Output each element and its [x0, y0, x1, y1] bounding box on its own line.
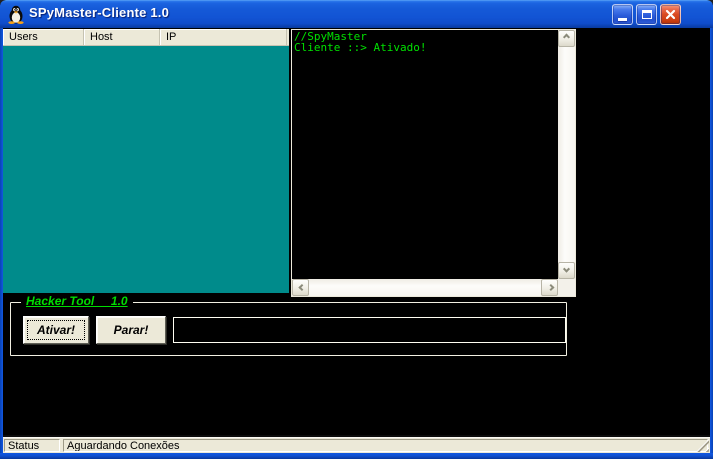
- close-icon: [665, 9, 676, 20]
- horizontal-scrollbar[interactable]: [292, 279, 558, 296]
- column-header-ip[interactable]: IP: [160, 29, 287, 45]
- scrollbar-corner: [558, 279, 575, 296]
- minimize-button[interactable]: [612, 4, 633, 25]
- window-title: SPyMaster-Cliente 1.0: [29, 5, 169, 20]
- status-bar: Status Aguardando Conexões: [3, 437, 710, 453]
- command-input[interactable]: [173, 317, 566, 343]
- vertical-scrollbar[interactable]: [558, 30, 575, 279]
- listview-body[interactable]: [3, 46, 289, 293]
- console-output[interactable]: //SpyMaster Cliente ::> Ativado!: [292, 30, 558, 279]
- hacker-tool-groupbox: Hacker Tool 1.0 Ativar! Parar!: [10, 302, 567, 356]
- column-header-host[interactable]: Host: [84, 29, 160, 45]
- scroll-down-button[interactable]: [558, 262, 575, 279]
- user-listview: Users Host IP: [3, 29, 289, 293]
- close-button[interactable]: [660, 4, 681, 25]
- activate-button[interactable]: Ativar!: [23, 316, 89, 344]
- scroll-right-button[interactable]: [541, 279, 558, 296]
- groupbox-label: Hacker Tool 1.0: [21, 294, 133, 309]
- listview-header: Users Host IP: [3, 29, 289, 46]
- status-message-panel: Aguardando Conexões: [63, 439, 708, 452]
- scroll-left-button[interactable]: [292, 279, 309, 296]
- scroll-up-button[interactable]: [558, 30, 575, 47]
- chevron-left-icon: [298, 284, 305, 291]
- window: SPyMaster-Cliente 1.0 Users Host IP //Sp…: [0, 0, 713, 459]
- maximize-icon: [642, 10, 652, 19]
- window-border-bottom: [0, 453, 713, 459]
- console-panel: //SpyMaster Cliente ::> Ativado!: [291, 29, 576, 297]
- maximize-button[interactable]: [636, 4, 657, 25]
- minimize-icon: [618, 18, 627, 21]
- penguin-icon: [7, 5, 25, 24]
- status-label-panel: Status: [4, 439, 60, 452]
- chevron-up-icon: [563, 34, 570, 41]
- stop-button-label: Parar!: [114, 323, 149, 337]
- column-header-users[interactable]: Users: [3, 29, 84, 45]
- chevron-down-icon: [563, 266, 570, 273]
- stop-button[interactable]: Parar!: [96, 316, 166, 344]
- titlebar[interactable]: SPyMaster-Cliente 1.0: [0, 0, 713, 28]
- focus-ring: [27, 320, 85, 340]
- console-line: Cliente ::> Ativado!: [294, 42, 558, 53]
- chevron-right-icon: [547, 284, 554, 291]
